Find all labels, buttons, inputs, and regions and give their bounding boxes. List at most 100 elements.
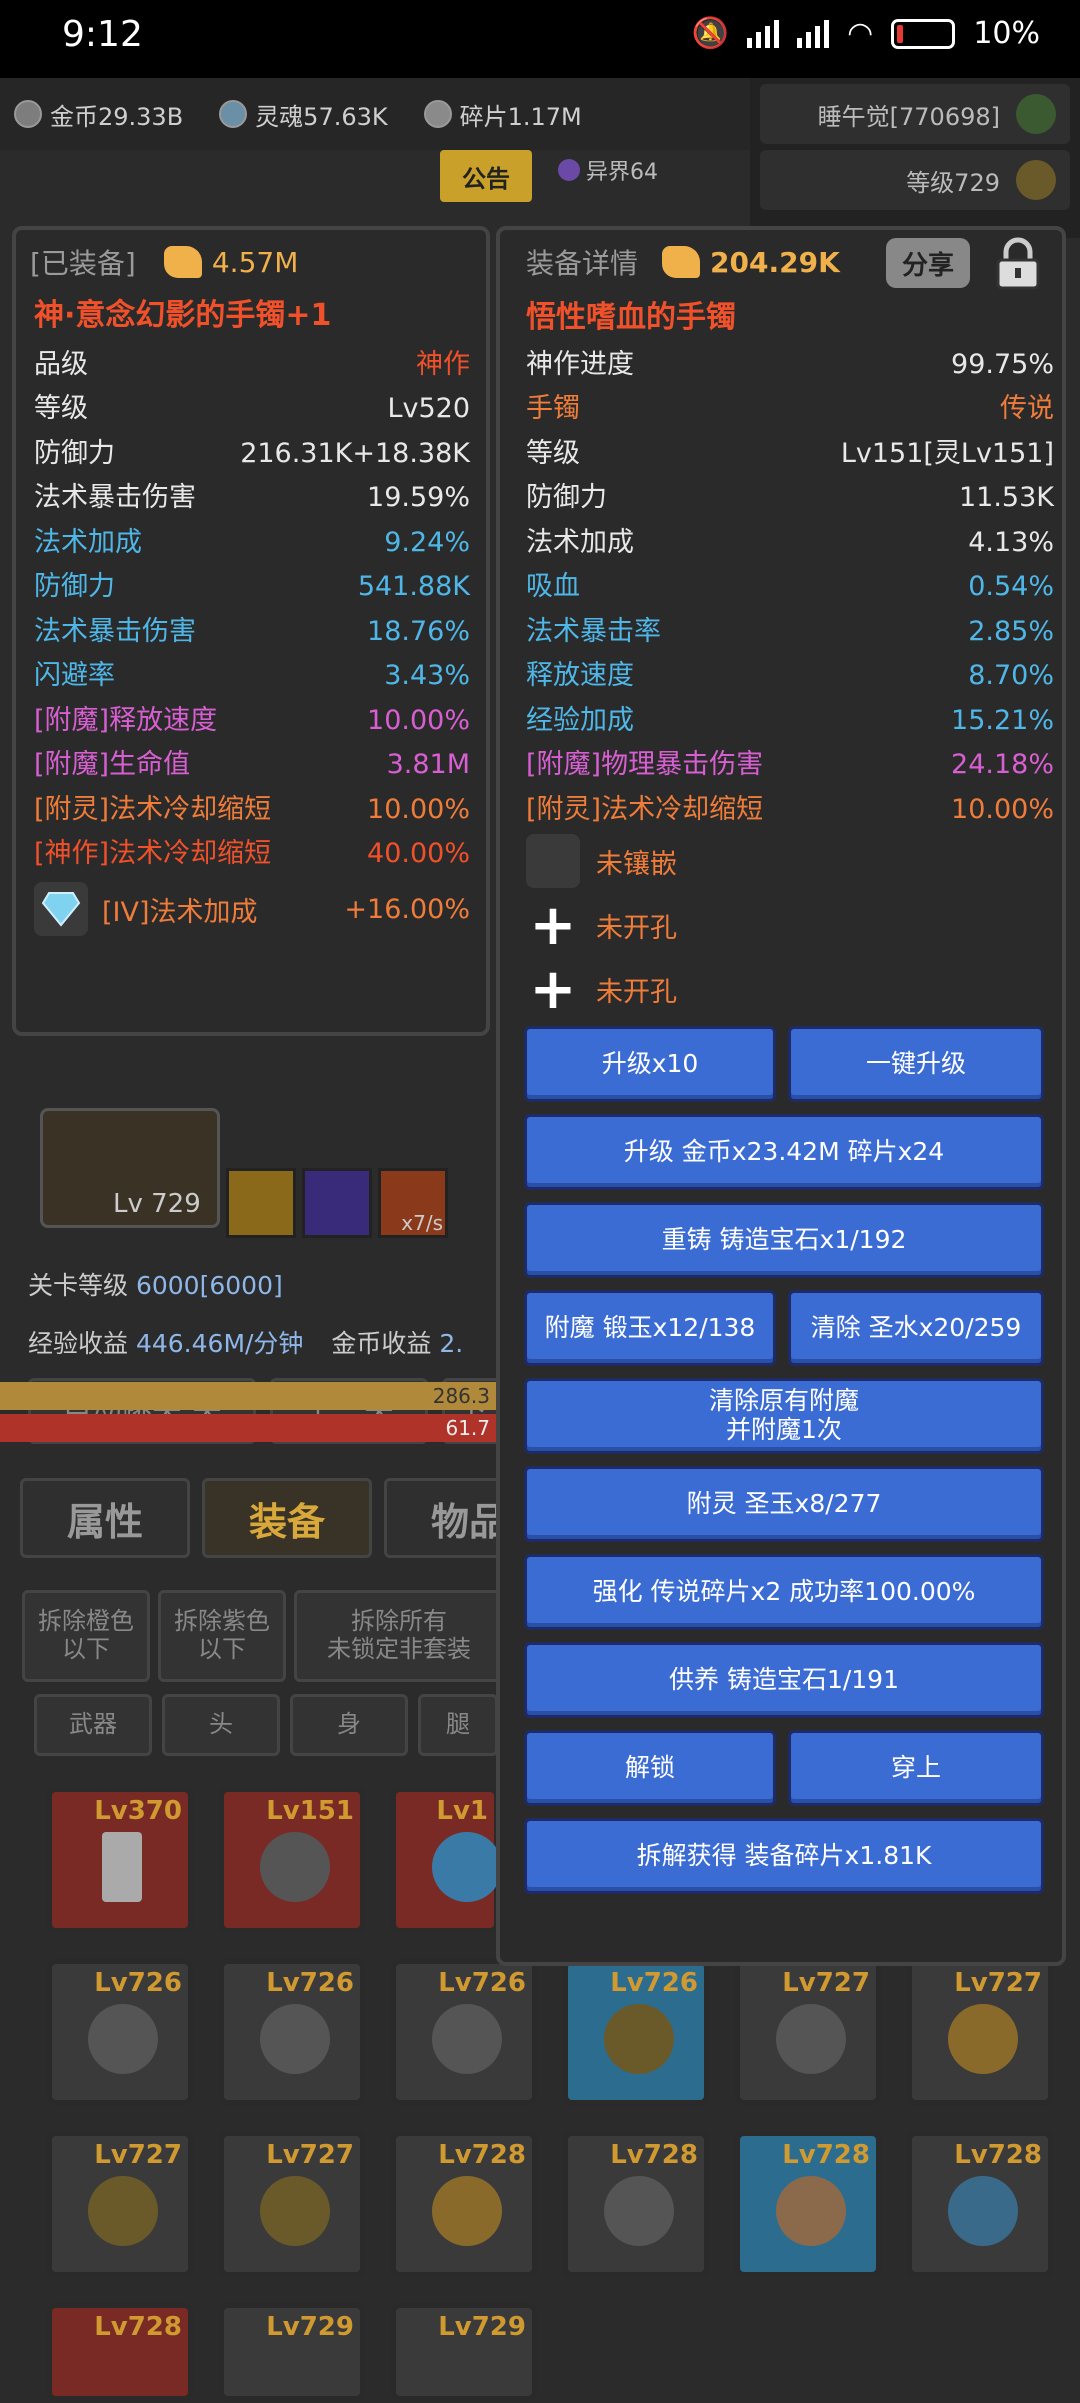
stat-row: [附灵]法术冷却缩短 10.00% [526,787,1054,832]
inventory-item[interactable]: Lv727 [734,1958,882,2106]
socket-list: 未镶嵌 + 未开孔 + 未开孔 [526,834,677,1022]
armor-icon [432,2004,502,2074]
stat-row: 吸血 0.54% [526,565,1054,610]
stat-row: 防御力 541.88K [34,565,470,610]
stat-label: 防御力 [34,437,115,469]
helmet-icon [88,2004,158,2074]
player-level-row[interactable]: 等级729 [760,150,1070,210]
notice-button[interactable]: 公告 [440,150,532,202]
coin-icon [14,100,42,128]
stat-label: 释放速度 [526,660,634,692]
stat-value: 216.31K+18.38K [240,437,470,469]
inventory-item[interactable]: Lv729 [390,2302,538,2402]
socket-row[interactable]: 未镶嵌 [526,834,677,888]
recast-button[interactable]: 重铸 铸造宝石x1/192 [524,1202,1044,1278]
upgrade-cost-button[interactable]: 升级 金币x23.42M 碎片x24 [524,1114,1044,1190]
stat-label: [神作]法术冷却缩短 [34,838,272,870]
detail-header: 装备详情 204.29K [526,245,840,281]
inventory-item[interactable]: Lv728 [906,2130,1054,2278]
skill-icon-3[interactable]: x7/s [378,1168,448,1238]
slot-legs[interactable]: 腿 [418,1694,498,1756]
equipped-gem-row: [IV]法术加成 +16.00% [34,882,470,936]
upgrade-x10-button[interactable]: 升级x10 [524,1026,776,1102]
slot-head[interactable]: 头 [162,1694,280,1756]
hammer-icon [776,2176,846,2246]
battery-percent: 10% [973,16,1040,51]
inventory-item[interactable]: Lv151 [218,1786,366,1934]
tab-attributes[interactable]: 属性 [20,1478,190,1558]
inventory-item[interactable]: Lv727 [218,2130,366,2278]
player-name-row[interactable]: 睡午觉[770698] [760,84,1070,144]
stat-label: [附灵]法术冷却缩短 [34,793,272,825]
inventory-item[interactable]: Lv728 [562,2130,710,2278]
gold-resource: 金币29.33B [14,97,183,132]
hero-avatar[interactable]: Lv 729 [40,1108,220,1228]
leaf-icon [1016,94,1056,134]
inventory-item[interactable]: Lv726 [46,1958,194,2106]
inventory-item[interactable]: Lv1 [390,1786,502,1934]
stage-level-row: 关卡等级 6000[6000] [28,1271,283,1300]
dismantle-button[interactable]: 拆解获得 装备碎片x1.81K [524,1818,1044,1894]
stat-label: 防御力 [526,482,607,514]
inventory-item[interactable]: Lv728 [46,2302,194,2402]
income-row: 经验收益 446.46M/分钟 金币收益 2. [28,1329,464,1358]
stat-row: 防御力 216.31K+18.38K [34,431,470,476]
share-button[interactable]: 分享 [886,238,970,288]
stat-label: 法术暴击伤害 [34,482,196,514]
necklace-icon [260,1832,330,1902]
stat-row: 法术暴击伤害 18.76% [34,609,470,654]
mute-icon: 🔕 [691,16,730,51]
stat-value: 8.70% [968,660,1054,692]
inventory-item[interactable]: Lv727 [46,2130,194,2278]
wear-button[interactable]: 穿上 [788,1730,1044,1806]
stat-label: 品级 [34,348,88,380]
enchant-button[interactable]: 附魔 锻玉x12/138 [524,1290,776,1366]
status-icons: 🔕 ◠ 10% [692,16,1040,51]
dismantle-all-button[interactable]: 拆除所有 未锁定非套装 [294,1590,504,1682]
hp-bar: 61.7 [0,1414,500,1442]
stat-label: 闪避率 [34,660,115,692]
inventory-item[interactable]: Lv728 [390,2130,538,2278]
socket-row[interactable]: + 未开孔 [526,893,677,958]
strengthen-button[interactable]: 强化 传说碎片x2 成功率100.00% [524,1554,1044,1630]
inventory-item[interactable]: Lv727 [906,1958,1054,2106]
stage-area: Lv 729 x7/s 关卡等级 6000[6000] 经验收益 446.46M… [0,1038,502,1538]
shard-icon [423,100,452,128]
inventory-item[interactable]: Lv726 [390,1958,538,2106]
clear-button[interactable]: 清除 圣水x20/259 [788,1290,1044,1366]
socket-row[interactable]: + 未开孔 [526,957,677,1022]
stat-label: 法术暴击伤害 [34,615,196,647]
inventory-item[interactable]: Lv726 [562,1958,710,2106]
stat-label: [附魔]物理暴击伤害 [526,749,764,781]
dismantle-orange-button[interactable]: 拆除橙色 以下 [22,1590,150,1682]
inventory-item[interactable]: Lv728 [734,2130,882,2278]
otherworld-button[interactable]: 异界64 [558,154,658,186]
helmet-icon [432,2176,502,2246]
clear-and-enchant-button[interactable]: 清除原有附魔 并附魔1次 [524,1378,1044,1454]
slot-weapon[interactable]: 武器 [34,1694,152,1756]
signal-icon [747,19,780,48]
dismantle-purple-button[interactable]: 拆除紫色 以下 [158,1590,286,1682]
slot-body[interactable]: 身 [290,1694,408,1756]
tab-equipment[interactable]: 装备 [202,1478,372,1558]
inventory-item[interactable]: Lv729 [218,2302,366,2402]
skill-icon-2[interactable] [302,1168,372,1238]
stat-row: 品级 神作 [34,342,470,387]
unlock-button[interactable]: 解锁 [524,1730,776,1806]
inventory-item[interactable]: Lv726 [218,1958,366,2106]
skill-icon-1[interactable] [226,1168,296,1238]
spirit-attach-button[interactable]: 附灵 圣玉x8/277 [524,1466,1044,1542]
stat-row: 法术加成 9.24% [34,520,470,565]
detail-item-name: 悟性嗜血的手镯 [526,300,736,335]
one-click-upgrade-button[interactable]: 一键升级 [788,1026,1044,1102]
stat-value: 3.43% [384,660,470,692]
equipment-detail-panel: 装备详情 204.29K 分享 悟性嗜血的手镯 神作进度 99.75% 手镯 传说 等级… [496,226,1066,1966]
nurture-button[interactable]: 供养 铸造宝石1/191 [524,1642,1044,1718]
stat-row: [附魔]物理暴击伤害 24.18% [526,743,1054,788]
diamond-icon [34,882,88,936]
stat-row: 法术暴击率 2.85% [526,609,1054,654]
lock-icon[interactable] [990,236,1046,292]
status-bar: 9:12 🔕 ◠ 10% [0,0,1080,78]
stat-row: 法术暴击伤害 19.59% [34,476,470,521]
inventory-item[interactable]: Lv370 [46,1786,194,1934]
